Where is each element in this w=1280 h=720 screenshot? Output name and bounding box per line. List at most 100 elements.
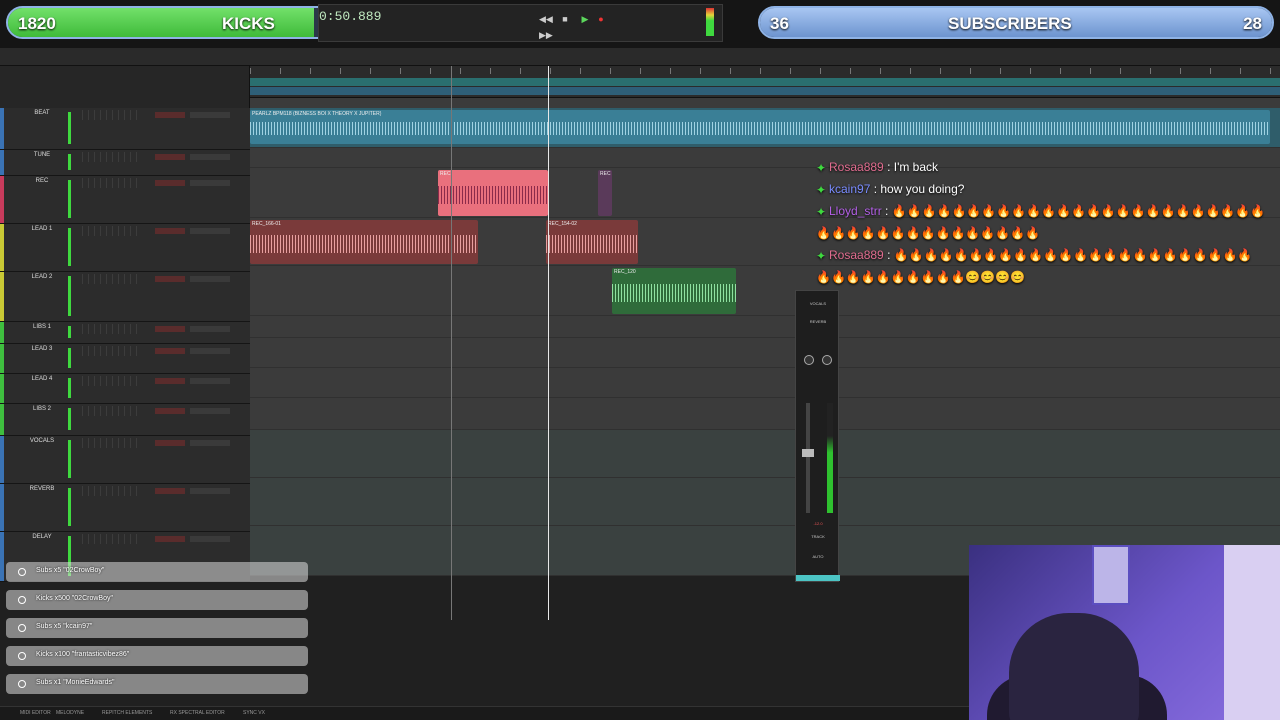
record-button[interactable]: ● [595,13,607,25]
track-sends[interactable] [155,180,185,186]
chat-text: : how you doing? [873,182,965,196]
track-inserts[interactable] [82,406,142,416]
track-io[interactable] [190,326,230,332]
track-io[interactable] [190,276,230,282]
track-inserts[interactable] [82,376,142,386]
rec-clip-a[interactable]: REC [438,170,548,216]
lead1-clip-a-waveform [250,235,478,253]
lead2-clip[interactable]: REC_120 [612,268,736,314]
track-header-libs-2[interactable]: LIBS 2 [0,404,250,436]
bottom-bar-item[interactable]: MIDI EDITOR [20,710,51,716]
ruler-tick [820,68,821,74]
rec-clip-b[interactable]: REC [598,170,612,216]
track-sends[interactable] [155,112,185,118]
track-io[interactable] [190,154,230,160]
track-sends[interactable] [155,536,185,542]
track-inserts[interactable] [82,534,142,544]
track-inserts[interactable] [82,110,142,120]
track-name[interactable]: LEAD 2 [22,274,62,280]
playhead-cursor[interactable] [548,66,549,620]
rewind-button[interactable]: ◀◀ [539,13,553,25]
lead1-clip-a[interactable]: REC_166-01 [250,220,478,264]
track-name[interactable]: REC [22,178,62,184]
track-name[interactable]: LIBS 1 [22,324,62,330]
track-sends[interactable] [155,408,185,414]
track-sends[interactable] [155,348,185,354]
alert-item: Kicks x100 "frantasticvibez86" [6,646,308,666]
track-name[interactable]: LEAD 3 [22,346,62,352]
track-sends[interactable] [155,276,185,282]
track-name[interactable]: LEAD 1 [22,226,62,232]
track-inserts[interactable] [82,178,142,188]
track-name[interactable]: LIBS 2 [22,406,62,412]
track-inserts[interactable] [82,324,142,334]
track-name[interactable]: TUNE [22,152,62,158]
track-io[interactable] [190,112,230,118]
track-header-lead-1[interactable]: LEAD 1 [0,224,250,272]
bottom-bar-item[interactable]: SYNC VX [243,710,265,716]
wall-poster [1092,545,1130,605]
timeline-ruler[interactable] [250,66,1280,98]
track-io[interactable] [190,348,230,354]
track-inserts[interactable] [82,274,142,284]
track-name[interactable]: LEAD 4 [22,376,62,382]
ruler-tick [340,68,341,74]
track-io[interactable] [190,228,230,234]
track-header-lead-4[interactable]: LEAD 4 [0,374,250,404]
track-header-lead-3[interactable]: LEAD 3 [0,344,250,374]
track-color-strip [0,344,4,373]
track-io[interactable] [190,378,230,384]
ruler-tick [1270,68,1271,74]
vocals-output-window[interactable]: VOCALS REVERB -12.0 TRACK AUTO [795,290,840,582]
track-io[interactable] [190,536,230,542]
track-header-lead-2[interactable]: LEAD 2 [0,272,250,322]
track-color-strip [0,272,4,321]
track-sends[interactable] [155,154,185,160]
track-header-tune[interactable]: TUNE [0,150,250,176]
bottom-bar-item[interactable]: MELODYNE [56,710,84,716]
pan-knob-right[interactable] [822,355,832,365]
track-inserts[interactable] [82,226,142,236]
track-name[interactable]: REVERB [22,486,62,492]
strip-auto-label[interactable]: AUTO [796,554,840,559]
subscribers-current: 36 [770,14,789,33]
track-inserts[interactable] [82,438,142,448]
beat-clip[interactable]: PEARLZ BPM118 (BIZNESS BOI X THEORY X JU… [250,110,1270,144]
track-color-strip [0,176,4,223]
play-button[interactable]: ▶ [579,13,591,25]
track-name[interactable]: BEAT [22,110,62,116]
track-inserts[interactable] [82,486,142,496]
track-io[interactable] [190,488,230,494]
track-sends[interactable] [155,378,185,384]
lead1-clip-b[interactable]: REC_154-02 [546,220,638,264]
track-header-rec[interactable]: REC [0,176,250,224]
track-color-strip [0,108,4,149]
volume-fader-handle[interactable] [802,449,814,457]
ruler-tick [460,68,461,74]
track-inserts[interactable] [82,346,142,356]
pan-knob-left[interactable] [804,355,814,365]
strip-insert[interactable]: REVERB [796,319,840,324]
ruler-tick [1060,68,1061,74]
track-name[interactable]: VOCALS [22,438,62,444]
track-sends[interactable] [155,326,185,332]
track-io[interactable] [190,180,230,186]
track-sends[interactable] [155,440,185,446]
track-sends[interactable] [155,488,185,494]
lane-lead3 [250,338,1280,368]
bottom-bar-item[interactable]: RX SPECTRAL EDITOR [170,710,225,716]
forward-button[interactable]: ▶▶ [539,29,553,41]
bottom-bar-item[interactable]: REPITCH ELEMENTS [102,710,152,716]
track-inserts[interactable] [82,152,142,162]
track-name[interactable]: DELAY [22,534,62,540]
track-sends[interactable] [155,228,185,234]
track-meter [68,488,71,526]
track-header-libs-1[interactable]: LIBS 1 [0,322,250,344]
stop-button[interactable]: ■ [559,13,571,25]
track-header-reverb[interactable]: REVERB [0,484,250,532]
track-io[interactable] [190,408,230,414]
track-header-beat[interactable]: BEAT [0,108,250,150]
ruler-tick [250,68,251,74]
track-header-vocals[interactable]: VOCALS [0,436,250,484]
track-io[interactable] [190,440,230,446]
